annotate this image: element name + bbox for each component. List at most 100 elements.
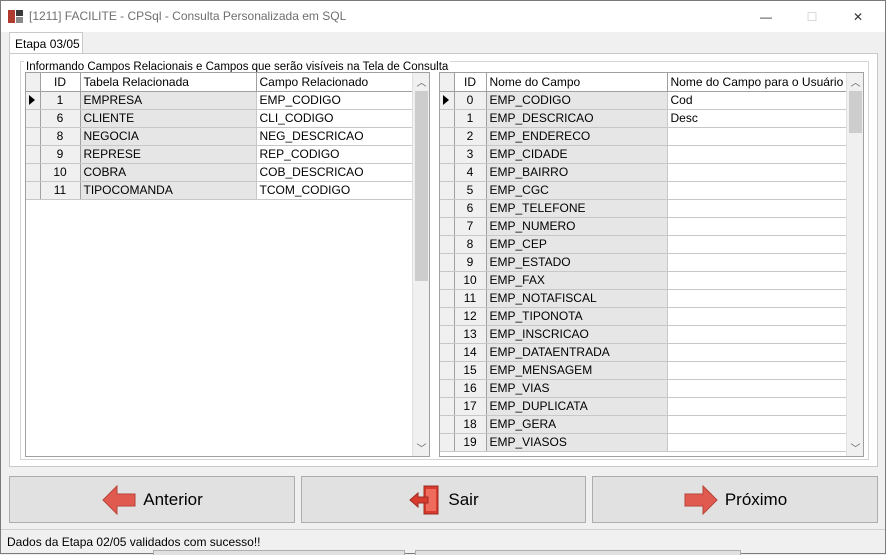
cell-nome-usuario[interactable] bbox=[667, 343, 848, 362]
cell-nome-do-campo[interactable]: EMP_TIPONOTA bbox=[486, 307, 668, 326]
cell-id[interactable]: 5 bbox=[454, 181, 487, 200]
cell-nome-usuario[interactable] bbox=[667, 163, 848, 182]
table-row[interactable]: 12 EMP_TIPONOTA bbox=[440, 307, 848, 326]
cell-nome-usuario[interactable] bbox=[667, 271, 848, 290]
cell-campo-relacionado[interactable]: CLI_CODIGO bbox=[256, 109, 414, 128]
cell-id[interactable]: 6 bbox=[40, 109, 81, 128]
table-row[interactable]: 11 EMP_NOTAFISCAL bbox=[440, 289, 848, 308]
table-row[interactable]: 9 REPRESE REP_CODIGO bbox=[26, 145, 414, 164]
table-row[interactable]: 10 EMP_FAX bbox=[440, 271, 848, 290]
cell-tabela-relacionada[interactable]: COBRA bbox=[80, 163, 257, 182]
cell-nome-do-campo[interactable]: EMP_CODIGO bbox=[486, 91, 668, 110]
cell-nome-do-campo[interactable]: EMP_CEP bbox=[486, 235, 668, 254]
cell-nome-do-campo[interactable]: EMP_DUPLICATA bbox=[486, 397, 668, 416]
cell-id[interactable]: 3 bbox=[454, 145, 487, 164]
cell-id[interactable]: 10 bbox=[40, 163, 81, 182]
cell-nome-do-campo[interactable]: EMP_GERA bbox=[486, 415, 668, 434]
cell-campo-relacionado[interactable]: EMP_CODIGO bbox=[256, 91, 414, 110]
cell-tabela-relacionada[interactable]: TIPOCOMANDA bbox=[80, 181, 257, 200]
cell-id[interactable]: 1 bbox=[454, 109, 487, 128]
cell-nome-do-campo[interactable]: EMP_CIDADE bbox=[486, 145, 668, 164]
next-button[interactable]: Próximo bbox=[592, 476, 878, 523]
cell-id[interactable]: 19 bbox=[454, 433, 487, 452]
cell-id[interactable]: 11 bbox=[454, 289, 487, 308]
scroll-down-icon[interactable]: ﹀ bbox=[847, 439, 863, 456]
header-id[interactable]: ID bbox=[454, 73, 487, 92]
cell-id[interactable]: 8 bbox=[40, 127, 81, 146]
table-row[interactable]: 13 EMP_INSCRICAO bbox=[440, 325, 848, 344]
table-row[interactable]: 3 EMP_CIDADE bbox=[440, 145, 848, 164]
table-row[interactable]: 14 EMP_DATAENTRADA bbox=[440, 343, 848, 362]
cell-nome-do-campo[interactable]: EMP_NUMERO bbox=[486, 217, 668, 236]
minimize-button[interactable]: — bbox=[743, 1, 789, 32]
header-tabela-relacionada[interactable]: Tabela Relacionada bbox=[80, 73, 257, 92]
header-id[interactable]: ID bbox=[40, 73, 81, 92]
title-bar[interactable]: [1211] FACILITE - CPSql - Consulta Perso… bbox=[1, 1, 885, 32]
table-row[interactable]: 19 EMP_VIASOS bbox=[440, 433, 848, 452]
relations-scrollbar[interactable]: ︿ ﹀ bbox=[412, 73, 429, 456]
cell-nome-usuario[interactable] bbox=[667, 127, 848, 146]
cell-nome-do-campo[interactable]: EMP_VIAS bbox=[486, 379, 668, 398]
scroll-down-icon[interactable]: ﹀ bbox=[413, 439, 429, 456]
cell-nome-do-campo[interactable]: EMP_BAIRRO bbox=[486, 163, 668, 182]
cell-nome-do-campo[interactable]: EMP_INSCRICAO bbox=[486, 325, 668, 344]
cell-nome-usuario[interactable] bbox=[667, 433, 848, 452]
cell-nome-usuario[interactable] bbox=[667, 181, 848, 200]
cell-id[interactable]: 2 bbox=[454, 127, 487, 146]
cell-nome-do-campo[interactable]: EMP_ESTADO bbox=[486, 253, 668, 272]
cell-id[interactable]: 17 bbox=[454, 397, 487, 416]
cell-nome-do-campo[interactable]: EMP_FAX bbox=[486, 271, 668, 290]
cell-id[interactable]: 12 bbox=[454, 307, 487, 326]
cell-id[interactable]: 4 bbox=[454, 163, 487, 182]
cell-id[interactable]: 18 bbox=[454, 415, 487, 434]
cell-id[interactable]: 0 bbox=[454, 91, 487, 110]
cell-id[interactable]: 16 bbox=[454, 379, 487, 398]
table-row[interactable]: 10 COBRA COB_DESCRICAO bbox=[26, 163, 414, 182]
cell-id[interactable]: 13 bbox=[454, 325, 487, 344]
cell-id[interactable]: 15 bbox=[454, 361, 487, 380]
cell-id[interactable]: 8 bbox=[454, 235, 487, 254]
cell-id[interactable]: 9 bbox=[40, 145, 81, 164]
cell-nome-usuario[interactable] bbox=[667, 397, 848, 416]
previous-button[interactable]: Anterior bbox=[9, 476, 295, 523]
header-nome-usuario[interactable]: Nome do Campo para o Usuário bbox=[667, 73, 848, 92]
table-row[interactable]: 1 EMPRESA EMP_CODIGO bbox=[26, 91, 414, 110]
table-row[interactable]: 5 EMP_CGC bbox=[440, 181, 848, 200]
scroll-up-icon[interactable]: ︿ bbox=[413, 73, 429, 90]
close-button[interactable]: ✕ bbox=[835, 1, 881, 32]
cell-nome-usuario[interactable] bbox=[667, 379, 848, 398]
cell-id[interactable]: 14 bbox=[454, 343, 487, 362]
cell-nome-usuario[interactable]: Cod bbox=[667, 91, 848, 110]
table-row[interactable]: 17 EMP_DUPLICATA bbox=[440, 397, 848, 416]
header-campo-relacionado[interactable]: Campo Relacionado bbox=[256, 73, 414, 92]
cell-nome-usuario[interactable]: Desc bbox=[667, 109, 848, 128]
cell-nome-usuario[interactable] bbox=[667, 145, 848, 164]
cell-nome-usuario[interactable] bbox=[667, 289, 848, 308]
table-row[interactable]: 8 EMP_CEP bbox=[440, 235, 848, 254]
cell-nome-usuario[interactable] bbox=[667, 217, 848, 236]
cell-nome-do-campo[interactable]: EMP_VIASOS bbox=[486, 433, 668, 452]
table-row[interactable]: 16 EMP_VIAS bbox=[440, 379, 848, 398]
cell-tabela-relacionada[interactable]: CLIENTE bbox=[80, 109, 257, 128]
cell-nome-usuario[interactable] bbox=[667, 253, 848, 272]
cell-campo-relacionado[interactable]: REP_CODIGO bbox=[256, 145, 414, 164]
fields-scrollbar[interactable]: ︿ ﹀ bbox=[846, 73, 863, 456]
cell-nome-usuario[interactable] bbox=[667, 415, 848, 434]
scroll-thumb[interactable] bbox=[415, 91, 428, 281]
table-row[interactable]: 6 CLIENTE CLI_CODIGO bbox=[26, 109, 414, 128]
table-row[interactable]: 18 EMP_GERA bbox=[440, 415, 848, 434]
cell-campo-relacionado[interactable]: COB_DESCRICAO bbox=[256, 163, 414, 182]
header-nome-do-campo[interactable]: Nome do Campo bbox=[486, 73, 668, 92]
table-row[interactable]: 11 TIPOCOMANDA TCOM_CODIGO bbox=[26, 181, 414, 200]
table-row[interactable]: 9 EMP_ESTADO bbox=[440, 253, 848, 272]
table-row[interactable]: 4 EMP_BAIRRO bbox=[440, 163, 848, 182]
fields-grid[interactable]: ID Nome do Campo Nome do Campo para o Us… bbox=[439, 72, 864, 457]
cell-id[interactable]: 10 bbox=[454, 271, 487, 290]
cell-nome-usuario[interactable] bbox=[667, 199, 848, 218]
table-row[interactable]: 0 EMP_CODIGO Cod bbox=[440, 91, 848, 110]
cell-nome-usuario[interactable] bbox=[667, 235, 848, 254]
cell-nome-do-campo[interactable]: EMP_ENDERECO bbox=[486, 127, 668, 146]
table-row[interactable]: 1 EMP_DESCRICAO Desc bbox=[440, 109, 848, 128]
table-row[interactable]: 6 EMP_TELEFONE bbox=[440, 199, 848, 218]
cell-campo-relacionado[interactable]: TCOM_CODIGO bbox=[256, 181, 414, 200]
